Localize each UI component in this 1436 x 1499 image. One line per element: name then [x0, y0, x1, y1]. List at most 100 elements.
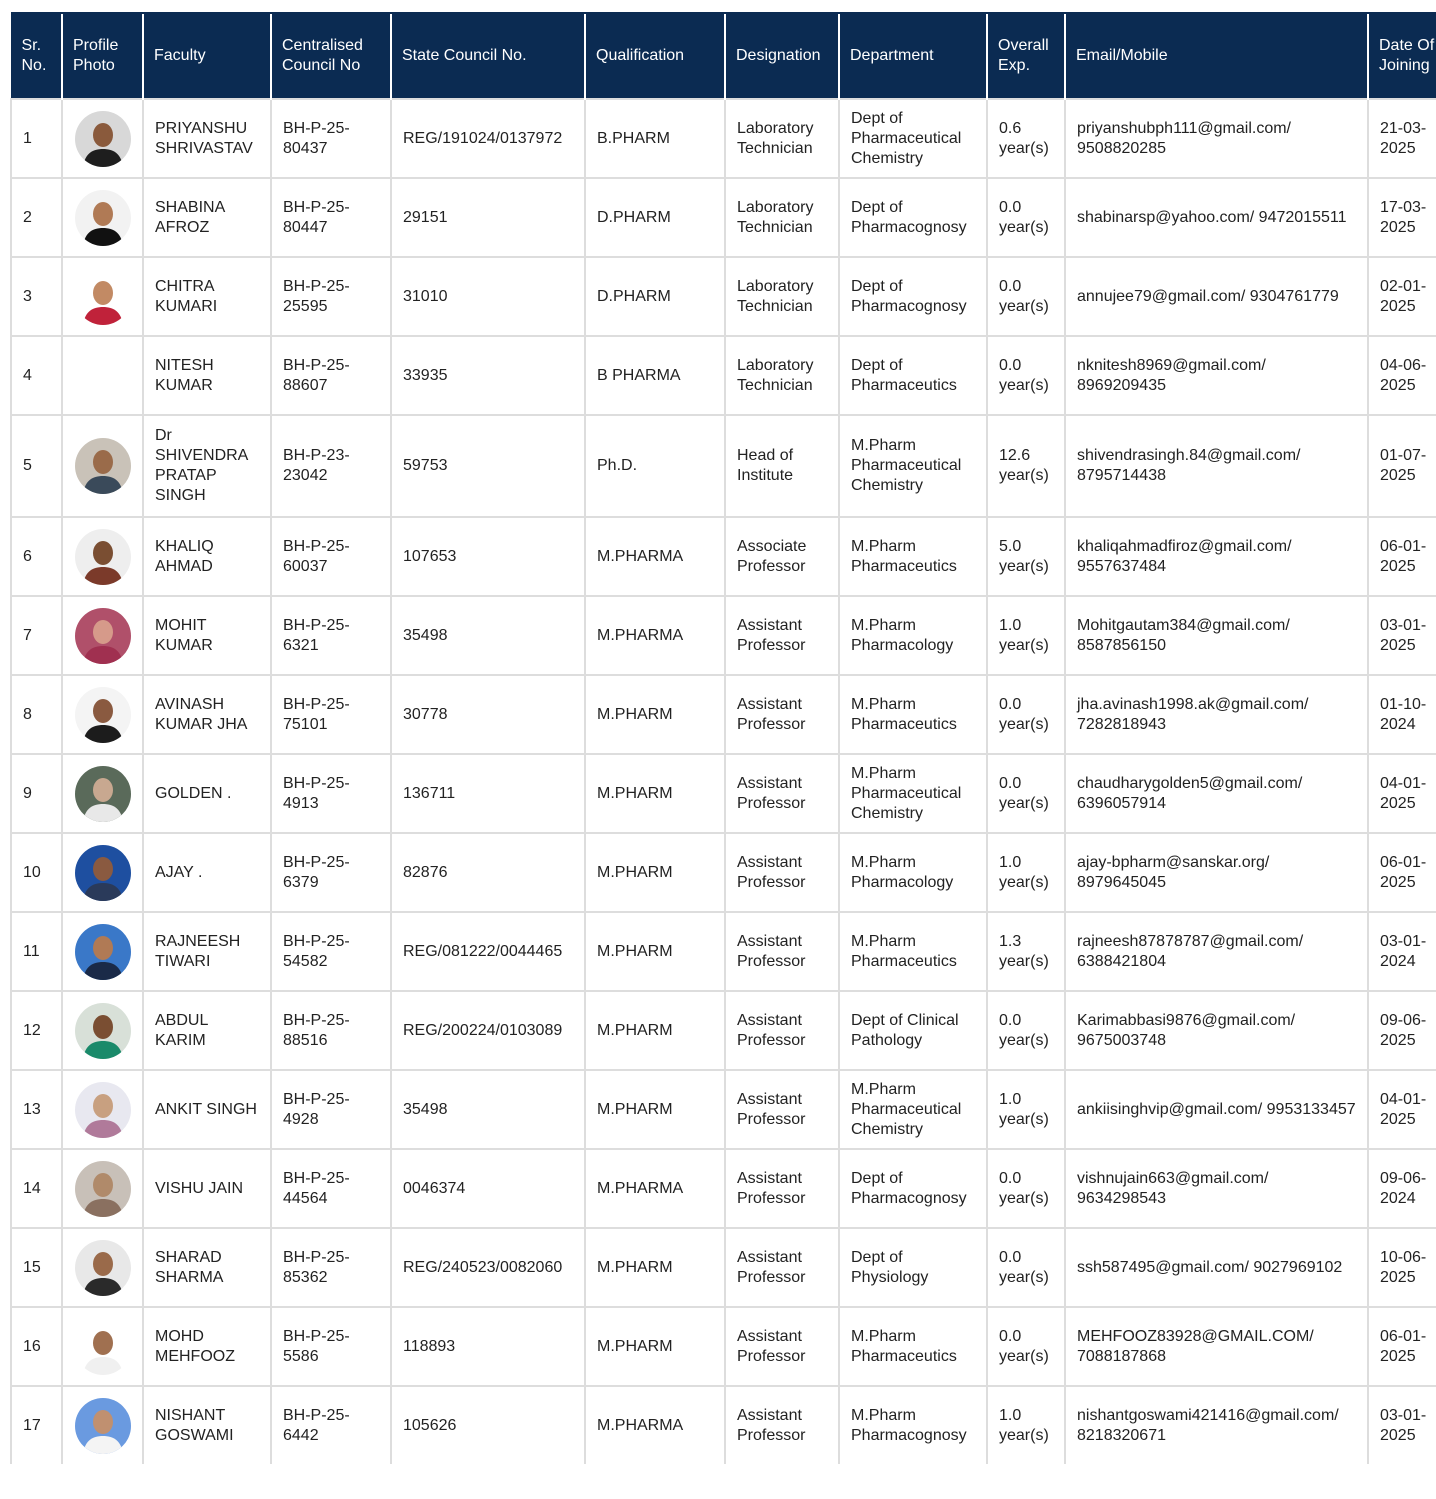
avatar[interactable]	[74, 607, 131, 664]
cell-state-council-no: 105626	[390, 1385, 586, 1464]
cell-profile-photo	[61, 98, 144, 179]
avatar[interactable]	[74, 438, 131, 494]
cell-email-mobile: ankiisinghvip@gmail.com/ 9953133457	[1064, 1069, 1369, 1150]
cell-profile-photo	[61, 1385, 144, 1464]
cell-state-council-no: 0046374	[390, 1148, 586, 1229]
avatar[interactable]	[74, 1397, 131, 1454]
header-state-council-no: State Council No.	[390, 12, 585, 99]
cell-date-of-joining: 04-01-2025	[1367, 1069, 1436, 1150]
cell-date-of-joining: 01-10-2024	[1367, 674, 1436, 755]
cell-profile-photo	[61, 832, 144, 913]
cell-department: M.Pharm Pharmaceutics	[838, 516, 988, 597]
avatar[interactable]	[74, 1160, 131, 1217]
cell-designation: Laboratory Technician	[724, 256, 840, 337]
cell-designation: Assistant Professor	[724, 1069, 840, 1150]
cell-profile-photo	[61, 256, 144, 337]
avatar[interactable]	[74, 765, 131, 822]
person-icon	[74, 1318, 131, 1375]
avatar[interactable]	[74, 1239, 131, 1296]
cell-sr-no: 3	[10, 256, 63, 337]
cell-profile-photo	[61, 414, 144, 518]
cell-centralised-council-no: BH-P-25-60037	[270, 516, 392, 597]
avatar[interactable]	[74, 686, 131, 743]
cell-qualification: M.PHARM	[584, 1306, 726, 1387]
cell-department: Dept of Pharmacognosy	[838, 177, 988, 258]
cell-faculty-name: NISHANT GOSWAMI	[142, 1385, 272, 1464]
avatar[interactable]	[74, 1081, 131, 1138]
cell-overall-exp: 0.0 year(s)	[986, 1148, 1066, 1229]
cell-profile-photo	[61, 753, 144, 834]
avatar[interactable]	[74, 110, 131, 167]
table-row: 16 MOHD MEHFOOZ BH-P-25-5586 118893 M.PH…	[10, 1306, 1436, 1387]
cell-department: Dept of Pharmacognosy	[838, 256, 988, 337]
cell-overall-exp: 0.0 year(s)	[986, 256, 1066, 337]
cell-date-of-joining: 01-07-2025	[1367, 414, 1436, 518]
cell-qualification: B PHARMA	[584, 335, 726, 416]
cell-centralised-council-no: BH-P-25-44564	[270, 1148, 392, 1229]
cell-email-mobile: shabinarsp@yahoo.com/ 9472015511	[1064, 177, 1369, 258]
cell-faculty-name: AVINASH KUMAR JHA	[142, 674, 272, 755]
cell-date-of-joining: 17-03-2025	[1367, 177, 1436, 258]
avatar[interactable]	[74, 268, 131, 325]
cell-state-council-no: REG/081222/0044465	[390, 911, 586, 992]
person-icon	[74, 189, 131, 246]
table-row: 9 GOLDEN . BH-P-25-4913 136711 M.PHARM A…	[10, 753, 1436, 834]
cell-centralised-council-no: BH-P-25-25595	[270, 256, 392, 337]
cell-date-of-joining: 03-01-2024	[1367, 911, 1436, 992]
cell-centralised-council-no: BH-P-25-6379	[270, 832, 392, 913]
cell-state-council-no: 31010	[390, 256, 586, 337]
cell-centralised-council-no: BH-P-25-6321	[270, 595, 392, 676]
cell-state-council-no: 35498	[390, 1069, 586, 1150]
header-email-mobile: Email/Mobile	[1064, 12, 1368, 99]
cell-overall-exp: 0.0 year(s)	[986, 335, 1066, 416]
cell-centralised-council-no: BH-P-25-5586	[270, 1306, 392, 1387]
avatar[interactable]	[74, 347, 131, 404]
cell-sr-no: 5	[10, 414, 63, 518]
cell-email-mobile: vishnujain663@gmail.com/ 9634298543	[1064, 1148, 1369, 1229]
cell-state-council-no: 59753	[390, 414, 586, 518]
cell-sr-no: 16	[10, 1306, 63, 1387]
cell-designation: Assistant Professor	[724, 990, 840, 1071]
cell-overall-exp: 0.0 year(s)	[986, 674, 1066, 755]
cell-date-of-joining: 03-01-2025	[1367, 595, 1436, 676]
cell-email-mobile: nknitesh8969@gmail.com/ 8969209435	[1064, 335, 1369, 416]
cell-faculty-name: VISHU JAIN	[142, 1148, 272, 1229]
avatar[interactable]	[74, 923, 131, 980]
cell-centralised-council-no: BH-P-25-80437	[270, 98, 392, 179]
cell-designation: Assistant Professor	[724, 1227, 840, 1308]
cell-designation: Assistant Professor	[724, 1148, 840, 1229]
cell-overall-exp: 0.0 year(s)	[986, 990, 1066, 1071]
header-department: Department	[838, 12, 987, 99]
cell-overall-exp: 5.0 year(s)	[986, 516, 1066, 597]
cell-department: Dept of Clinical Pathology	[838, 990, 988, 1071]
avatar[interactable]	[74, 844, 131, 901]
avatar[interactable]	[74, 1318, 131, 1375]
table-row: 17 NISHANT GOSWAMI BH-P-25-6442 105626 M…	[10, 1385, 1436, 1464]
cell-date-of-joining: 09-06-2025	[1367, 990, 1436, 1071]
avatar[interactable]	[74, 189, 131, 246]
cell-faculty-name: MOHIT KUMAR	[142, 595, 272, 676]
cell-department: M.Pharm Pharmaceutics	[838, 1306, 988, 1387]
cell-qualification: D.PHARM	[584, 177, 726, 258]
cell-overall-exp: 1.0 year(s)	[986, 1069, 1066, 1150]
cell-overall-exp: 1.0 year(s)	[986, 1385, 1066, 1464]
cell-faculty-name: ANKIT SINGH	[142, 1069, 272, 1150]
cell-qualification: M.PHARM	[584, 753, 726, 834]
cell-overall-exp: 1.0 year(s)	[986, 595, 1066, 676]
table-row: 13 ANKIT SINGH BH-P-25-4928 35498 M.PHAR…	[10, 1069, 1436, 1150]
cell-state-council-no: 82876	[390, 832, 586, 913]
cell-designation: Assistant Professor	[724, 674, 840, 755]
avatar[interactable]	[74, 1002, 131, 1059]
cell-qualification: M.PHARMA	[584, 1148, 726, 1229]
cell-state-council-no: REG/191024/0137972	[390, 98, 586, 179]
cell-profile-photo	[61, 990, 144, 1071]
cell-profile-photo	[61, 1069, 144, 1150]
person-icon	[74, 1160, 131, 1217]
person-icon	[74, 110, 131, 167]
cell-date-of-joining: 04-01-2025	[1367, 753, 1436, 834]
avatar[interactable]	[74, 528, 131, 585]
cell-profile-photo	[61, 335, 144, 416]
cell-qualification: M.PHARM	[584, 1227, 726, 1308]
cell-overall-exp: 0.0 year(s)	[986, 177, 1066, 258]
cell-qualification: M.PHARM	[584, 674, 726, 755]
